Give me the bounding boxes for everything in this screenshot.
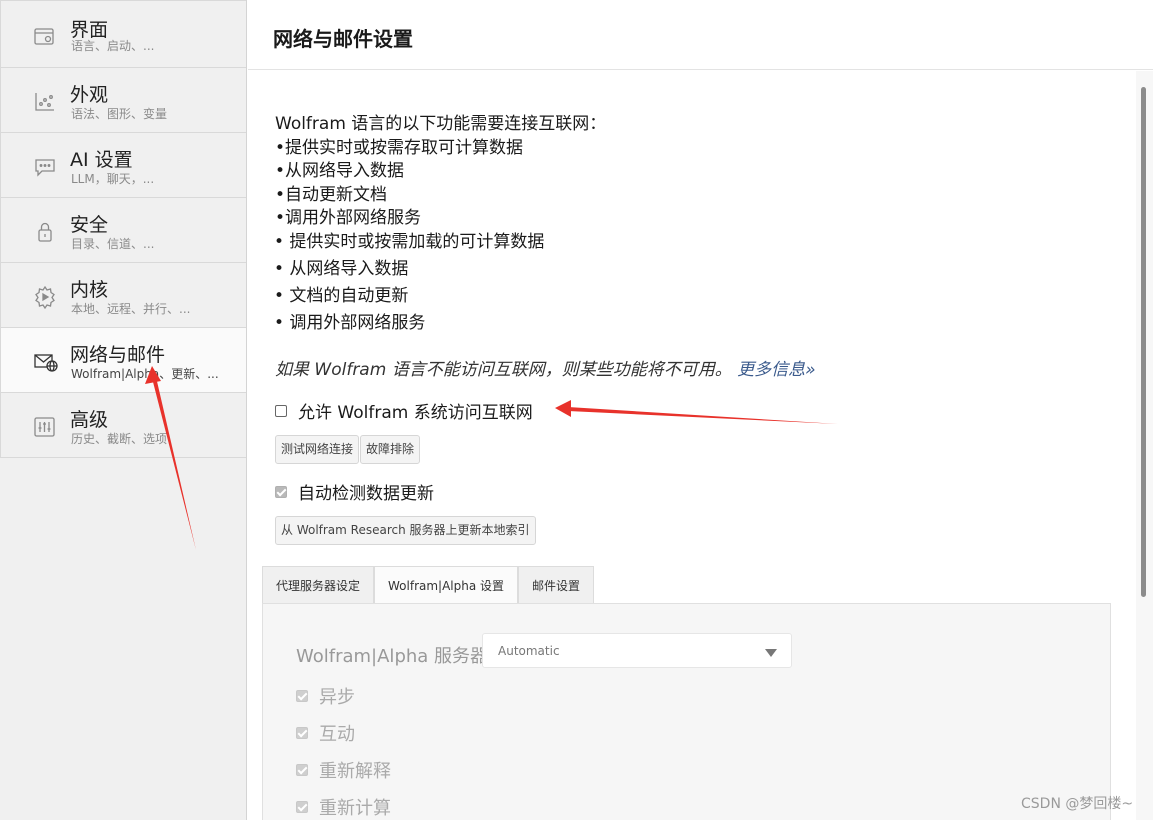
list-item: •调用外部网络服务 [275, 208, 422, 228]
sidebar-item-network-mail[interactable]: 网络与邮件 Wolfram|Alpha、更新、... [0, 328, 246, 393]
sidebar-item-ai-settings[interactable]: AI 设置 LLM，聊天，... [0, 133, 246, 198]
async-label: 异步 [319, 687, 355, 708]
sidebar-item-title: 内核 [70, 279, 109, 301]
chevron-down-icon [765, 649, 777, 657]
list-item: • 调用外部网络服务 [274, 313, 426, 333]
sidebar-item-title: 外观 [70, 84, 109, 106]
allow-internet-checkbox[interactable] [275, 404, 287, 417]
sidebar-item-subtitle: 本地、远程、并行、... [71, 302, 191, 316]
server-select-value: Automatic [498, 644, 560, 658]
update-index-button[interactable]: 从 Wolfram Research 服务器上更新本地索引 [275, 516, 536, 545]
sidebar-item-appearance[interactable]: 外观 语法、图形、变量 [0, 68, 246, 133]
sidebar-item-subtitle: 语法、图形、变量 [71, 107, 168, 121]
sliders-icon [33, 415, 57, 439]
list-item: •自动更新文档 [275, 184, 388, 205]
sidebar-item-interface[interactable]: 界面 语言、启动、... [0, 0, 246, 68]
sidebar-item-subtitle: 目录、信道、... [71, 237, 155, 251]
sidebar-item-title: 安全 [70, 214, 109, 236]
interactive-checkbox[interactable] [296, 727, 308, 739]
server-select[interactable]: Automatic [482, 633, 792, 668]
list-item: •提供实时或按需存取可计算数据 [275, 137, 524, 158]
scrollbar-thumb[interactable] [1141, 87, 1146, 597]
sidebar-item-security[interactable]: 安全 目录、信道、... [0, 198, 246, 263]
async-checkbox[interactable] [296, 690, 308, 702]
interactive-label: 互动 [319, 724, 355, 745]
window-settings-icon [33, 25, 57, 49]
tab-mail[interactable]: 邮件设置 [518, 566, 595, 604]
list-item: • 提供实时或按需加载的可计算数据 [274, 232, 545, 252]
recalculate-checkbox[interactable] [296, 801, 308, 813]
troubleshoot-button[interactable]: 故障排除 [360, 435, 421, 464]
wolfram-alpha-panel: Wolfram|Alpha 服务器 Automatic 异步 互动 重新解释 重… [262, 603, 1111, 820]
availability-note: 如果 Wolfram 语言不能访问互联网，则某些功能将不可用。 更多信息» [275, 355, 816, 380]
tab-proxy[interactable]: 代理服务器设定 [262, 566, 375, 604]
feature-description: Wolfram 语言的以下功能需要连接互联网： •提供实时或按需存取可计算数据 … [275, 113, 606, 231]
server-label: Wolfram|Alpha 服务器 [296, 646, 489, 667]
chart-appearance-icon [33, 90, 57, 114]
sidebar-item-advanced[interactable]: 高级 历史、截断、选项 [0, 393, 246, 458]
sidebar-item-subtitle: 历史、截断、选项 [71, 432, 168, 446]
list-item: • 文档的自动更新 [274, 286, 409, 306]
auto-check-checkbox[interactable] [275, 485, 287, 498]
allow-internet-option[interactable]: 允许 Wolfram 系统访问互联网 [275, 398, 533, 423]
sidebar-item-title: 网络与邮件 [70, 344, 166, 366]
page-header: 网络与邮件设置 [248, 0, 1153, 70]
recalculate-label: 重新计算 [319, 798, 391, 819]
tab-wolfram-alpha[interactable]: Wolfram|Alpha 设置 [374, 566, 519, 605]
feature-list: • 提供实时或按需加载的可计算数据 • 从网络导入数据 • 文档的自动更新 • … [274, 229, 544, 337]
interactive-option[interactable]: 互动 [296, 720, 355, 746]
watermark: CSDN @梦回楼~ [1021, 796, 1134, 812]
test-connection-button[interactable]: 测试网络连接 [275, 435, 360, 464]
auto-check-option[interactable]: 自动检测数据更新 [275, 479, 434, 504]
lock-icon [33, 220, 57, 244]
intro-text: Wolfram 语言的以下功能需要连接互联网： [275, 114, 607, 134]
sidebar-item-subtitle: LLM，聊天，... [71, 172, 155, 186]
note-text: 如果 Wolfram 语言不能访问互联网，则某些功能将不可用。 [275, 360, 732, 380]
reinterpret-checkbox[interactable] [296, 764, 308, 776]
settings-content: Wolfram 语言的以下功能需要连接互联网： •提供实时或按需存取可计算数据 … [248, 71, 1136, 820]
sidebar-item-title: AI 设置 [70, 149, 133, 171]
settings-tabs: 代理服务器设定 Wolfram|Alpha 设置 邮件设置 [262, 566, 595, 605]
list-item: •从网络导入数据 [275, 161, 405, 181]
sidebar: 界面 语言、启动、... 外观 语法、图形、变量 AI 设置 LLM，聊天，..… [0, 0, 247, 820]
auto-check-label: 自动检测数据更新 [298, 484, 434, 504]
reinterpret-option[interactable]: 重新解释 [296, 757, 391, 783]
sidebar-item-title: 高级 [70, 409, 109, 431]
async-option[interactable]: 异步 [296, 683, 355, 709]
page-title: 网络与邮件设置 [273, 27, 413, 51]
kernel-gear-icon [33, 285, 57, 310]
recalculate-option[interactable]: 重新计算 [296, 794, 391, 820]
chat-bubble-icon [33, 155, 57, 179]
mail-globe-icon [33, 350, 58, 374]
sidebar-item-subtitle: Wolfram|Alpha、更新、... [71, 367, 219, 381]
sidebar-item-kernel[interactable]: 内核 本地、远程、并行、... [0, 263, 246, 328]
reinterpret-label: 重新解释 [319, 761, 391, 782]
sidebar-item-subtitle: 语言、启动、... [71, 39, 155, 53]
list-item: • 从网络导入数据 [274, 259, 409, 279]
more-info-link[interactable]: 更多信息» [737, 360, 816, 380]
allow-internet-label: 允许 Wolfram 系统访问互联网 [298, 403, 533, 423]
